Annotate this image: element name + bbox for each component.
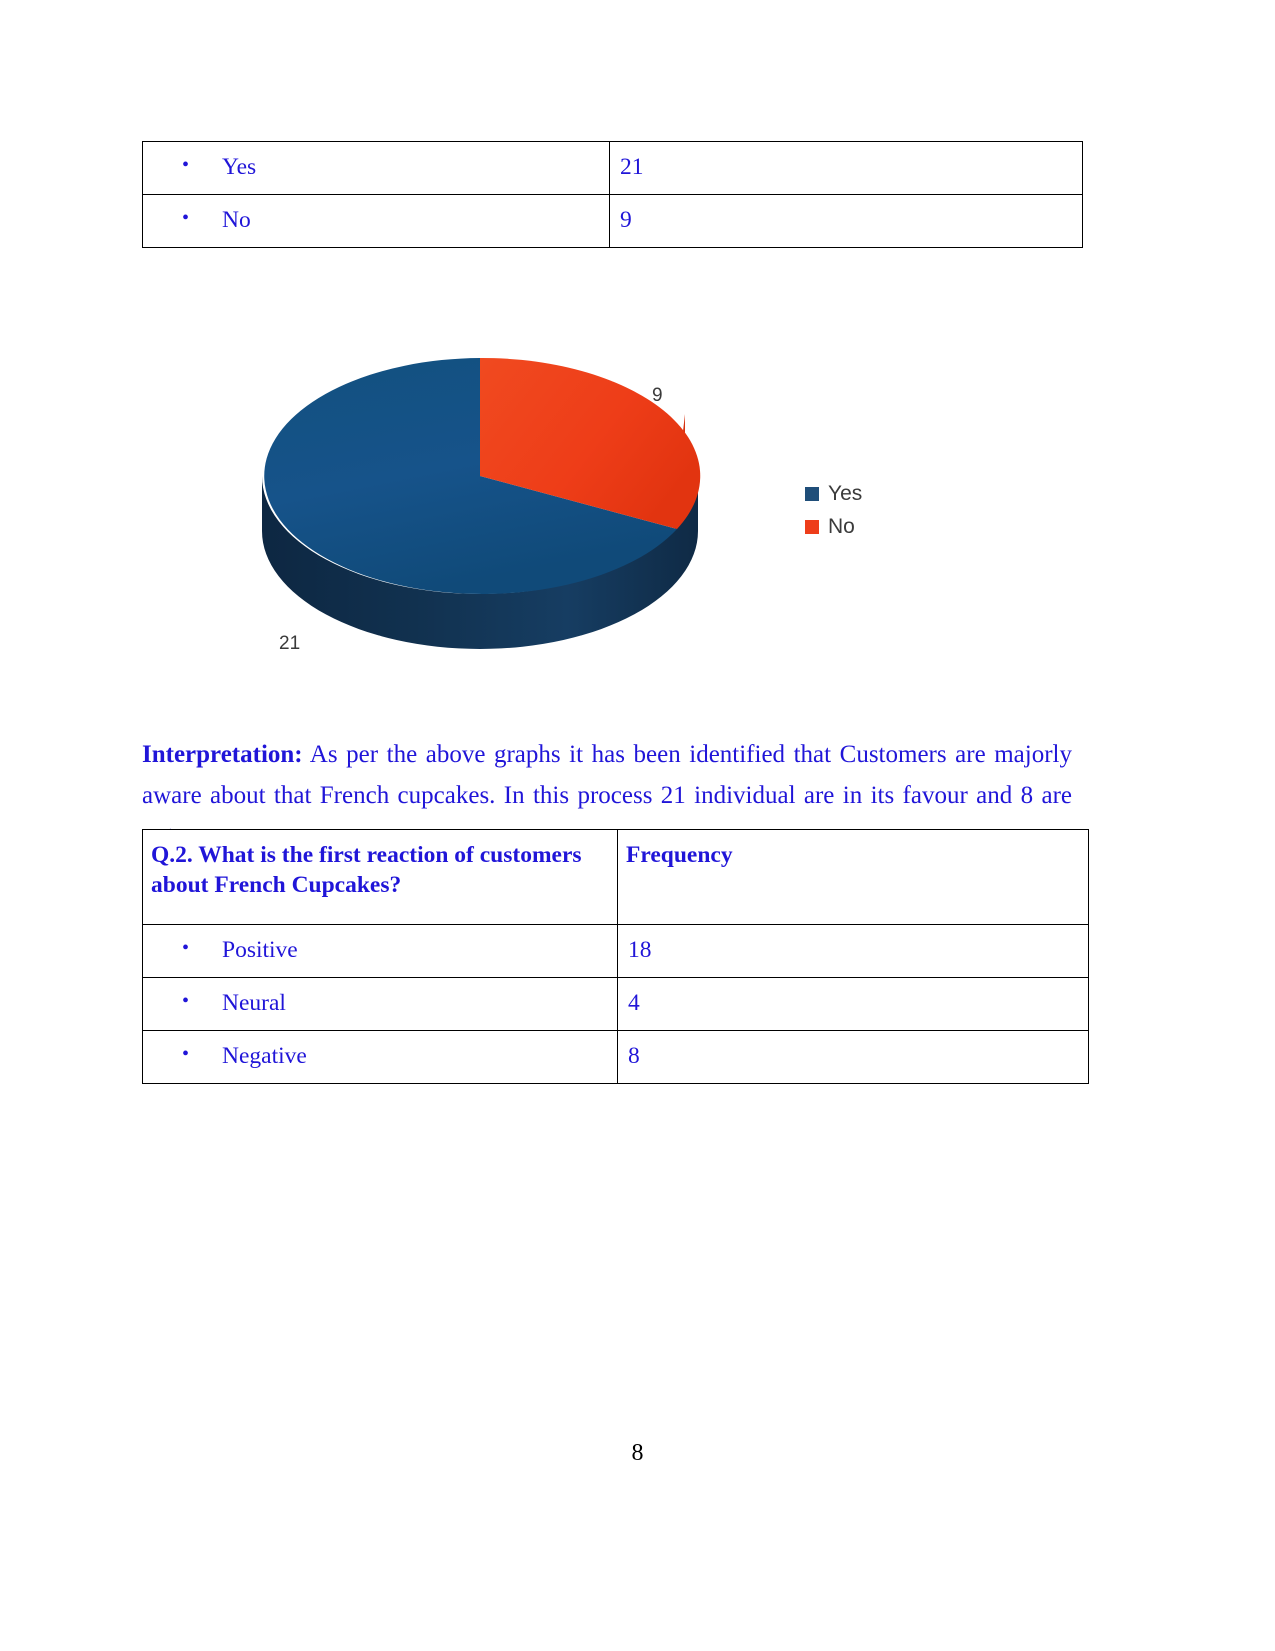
table-row: • Negative 8 (142, 1030, 1089, 1084)
reaction-option-label: Positive (222, 937, 298, 963)
reaction-question-header: Q.2. What is the first reaction of custo… (142, 829, 618, 925)
table-row: • Neural 4 (142, 977, 1089, 1031)
table-header-row: Q.2. What is the first reaction of custo… (142, 829, 1089, 925)
awareness-option-label: No (222, 207, 251, 233)
legend-label-yes: Yes (828, 482, 863, 505)
pie-chart-graphic (262, 357, 701, 649)
awareness-option-cell-yes: • Yes (142, 141, 610, 195)
interpretation-lead-label: Interpretation: (142, 741, 303, 768)
awareness-option-cell-no: • No (142, 194, 610, 248)
legend-swatch-yes-icon (805, 487, 819, 501)
pie-data-label-no: 9 (652, 385, 663, 406)
legend-label-no: No (828, 515, 855, 538)
pie-data-label-yes: 21 (279, 633, 301, 654)
reaction-frequency-cell-negative: 8 (617, 1030, 1089, 1084)
legend-item-yes: Yes (805, 482, 862, 506)
table-row: • Yes 21 (142, 141, 1083, 195)
legend-swatch-no-icon (805, 520, 819, 534)
bullet-icon: • (181, 1043, 189, 1065)
awareness-pie-chart: 9 21 Yes No (230, 345, 950, 690)
reaction-option-cell-neural: • Neural (142, 977, 618, 1031)
reaction-option-cell-positive: • Positive (142, 924, 618, 978)
document-page: • Yes 21 • No 9 9 21 Yes No Interpretati… (0, 0, 1275, 1651)
awareness-frequency-table: • Yes 21 • No 9 (142, 141, 1083, 248)
reaction-option-label: Neural (222, 990, 286, 1016)
bullet-icon: • (181, 154, 189, 176)
reaction-frequency-table: Q.2. What is the first reaction of custo… (142, 829, 1089, 1084)
reaction-option-cell-negative: • Negative (142, 1030, 618, 1084)
bullet-icon: • (181, 990, 189, 1012)
reaction-frequency-cell-neural: 4 (617, 977, 1089, 1031)
awareness-frequency-cell-no: 9 (609, 194, 1083, 248)
bullet-icon: • (181, 207, 189, 229)
table-row: • Positive 18 (142, 924, 1089, 978)
chart-legend: Yes No (805, 482, 862, 548)
page-number: 8 (631, 1440, 644, 1466)
table-row: • No 9 (142, 194, 1083, 248)
bullet-icon: • (181, 937, 189, 959)
reaction-frequency-cell-positive: 18 (617, 924, 1089, 978)
reaction-frequency-header: Frequency (617, 829, 1089, 925)
awareness-option-label: Yes (222, 154, 257, 180)
reaction-option-label: Negative (222, 1043, 307, 1069)
awareness-frequency-cell-yes: 21 (609, 141, 1083, 195)
legend-item-no: No (805, 515, 862, 539)
